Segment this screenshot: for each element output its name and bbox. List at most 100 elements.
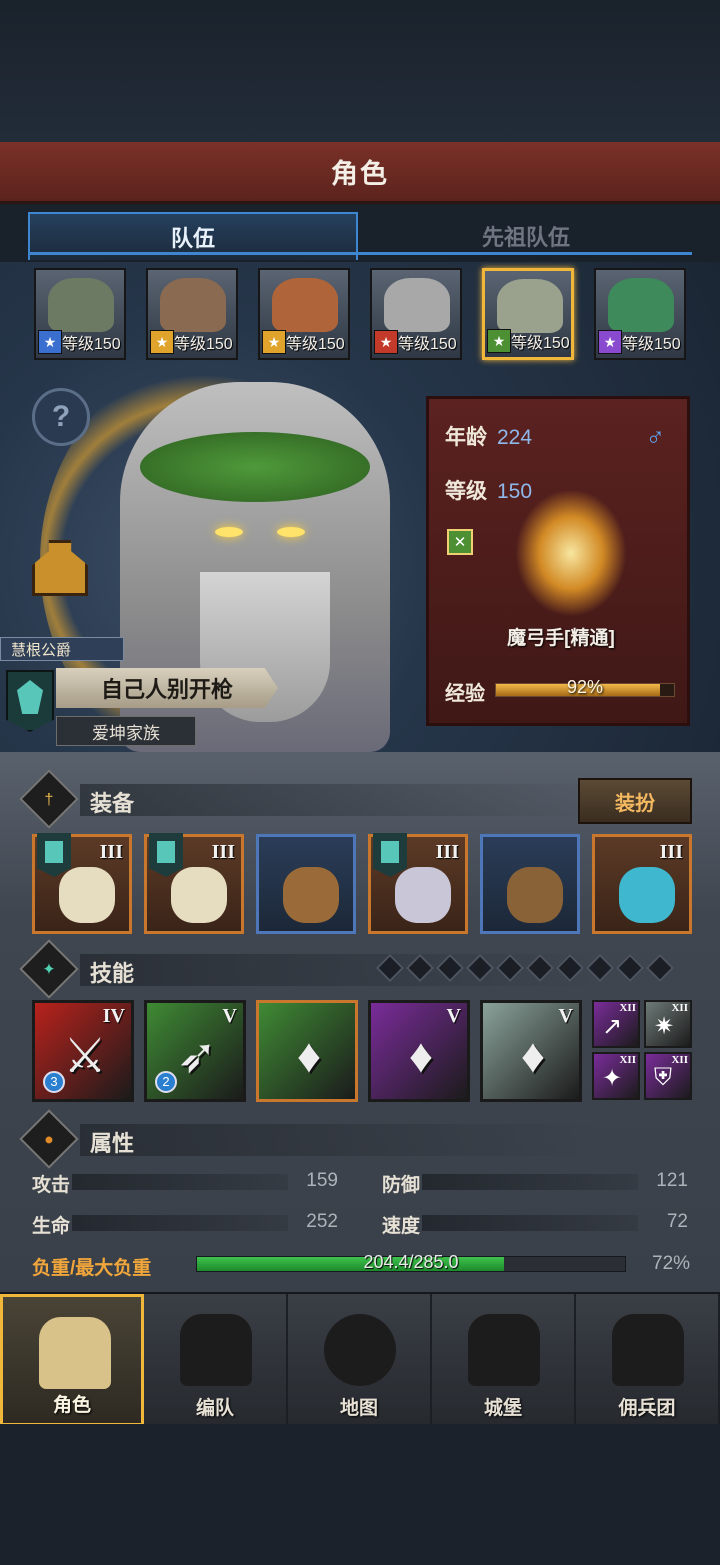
equipment-slot[interactable]: III <box>368 833 468 934</box>
skill-slot[interactable]: ➶ V 2 <box>144 1000 246 1102</box>
knight-icon <box>39 1317 111 1389</box>
skill-slot[interactable]: ♦ V <box>368 1000 470 1102</box>
skill-icon: ♦ <box>408 1030 434 1083</box>
equipment-slot[interactable]: III <box>32 833 132 934</box>
stat-row: 生命 252 <box>32 1211 338 1237</box>
skill-point-diamond <box>615 953 645 983</box>
nav-label: 编队 <box>195 1398 234 1419</box>
attribute-icon: ● <box>19 1109 79 1169</box>
guild-emblem-icon[interactable] <box>6 670 54 732</box>
stat-bar <box>422 1215 638 1231</box>
class-icon: ★ <box>262 330 286 354</box>
nav-label: 角色 <box>52 1395 91 1416</box>
nav-knight[interactable]: 角色 <box>0 1294 144 1426</box>
skill-point-diamond <box>495 953 525 983</box>
skill-point-diamond <box>525 953 555 983</box>
class-icon: ★ <box>598 330 622 354</box>
skill-slot[interactable]: ♦ V <box>480 1000 582 1102</box>
equipment-slot[interactable] <box>256 834 356 934</box>
skill-point-diamond <box>405 953 435 983</box>
equipment-art <box>283 867 339 923</box>
class-icon: ★ <box>487 329 511 353</box>
guild-banner-icon <box>373 833 407 877</box>
nav-helmet[interactable]: 编队 <box>144 1294 288 1426</box>
party-member[interactable]: ★ 等级150 <box>258 268 350 360</box>
stat-label: 防御 <box>382 1175 421 1196</box>
skill-icon: ♦ <box>296 1030 322 1083</box>
stat-value: 252 <box>306 1211 338 1232</box>
equipment-art <box>171 867 227 923</box>
class-art[interactable] <box>515 489 627 617</box>
sword-icon: † <box>19 769 79 829</box>
passive-skill-tier: XII <box>671 1002 688 1014</box>
party-level: 等级150 <box>622 336 681 353</box>
party-portrait <box>48 278 114 332</box>
party-member[interactable]: ★ 等级150 <box>482 268 574 360</box>
hero-info-panel: 年龄 224 ♂ 等级 150 ✕ 魔弓手[精通] 经验 92% <box>426 396 690 726</box>
male-gender-icon: ♂ <box>645 421 666 451</box>
stat-row: 攻击 159 <box>32 1170 338 1196</box>
exp-label: 经验 <box>445 683 485 705</box>
star-icon: ✦ <box>19 939 79 999</box>
stat-row: 防御 121 <box>382 1170 688 1196</box>
stat-value: 159 <box>306 1170 338 1191</box>
party-member[interactable]: ★ 等级150 <box>594 268 686 360</box>
page-title: 角色 <box>331 159 389 189</box>
skill-slot[interactable]: ⚔ IV 3 <box>32 1000 134 1102</box>
nav-mercenary[interactable]: 佣兵团 <box>576 1294 720 1426</box>
bottom-background <box>0 1424 720 1565</box>
party-portrait <box>272 278 338 332</box>
nav-castle[interactable]: 城堡 <box>432 1294 576 1426</box>
skill-tier: V <box>446 1005 461 1027</box>
equipment-tier: III <box>659 841 683 863</box>
party-level: 等级150 <box>174 336 233 353</box>
load-percent: 72% <box>652 1253 691 1274</box>
equipment-art <box>395 867 451 923</box>
passive-skill-tier: XII <box>671 1054 688 1066</box>
passive-skill-icon: ↗ <box>602 1013 623 1040</box>
equipment-art <box>59 867 115 923</box>
party-level: 等级150 <box>511 335 570 352</box>
passive-skill-slot[interactable]: ↗ XII <box>592 1000 640 1048</box>
age-value: 224 <box>497 426 533 449</box>
equipment-slot[interactable]: III <box>144 833 244 934</box>
equipment-tier: III <box>211 841 235 863</box>
equipment-slot[interactable]: III <box>592 834 692 934</box>
skill-point-diamond <box>375 953 405 983</box>
hero-name[interactable]: 自己人别开枪 <box>56 668 278 708</box>
mercenary-icon <box>612 1314 684 1386</box>
question-icon: ? <box>51 400 71 433</box>
nav-compass-map[interactable]: 地图 <box>288 1294 432 1426</box>
party-member[interactable]: ★ 等级150 <box>34 268 126 360</box>
equipment-slot[interactable] <box>480 834 580 934</box>
dress-up-button[interactable]: 装扮 <box>578 778 692 824</box>
skill-point-diamond <box>585 953 615 983</box>
castle-icon <box>468 1314 540 1386</box>
party-level: 等级150 <box>286 336 345 353</box>
party-portrait <box>608 278 674 332</box>
stat-value: 72 <box>666 1211 688 1232</box>
passive-skill-slot[interactable]: ⛨ XII <box>644 1052 692 1100</box>
equipment-tier: III <box>435 841 459 863</box>
help-button[interactable]: ? <box>32 388 90 446</box>
age-row: 年龄 224 <box>445 421 532 451</box>
attributes-title: 属性 <box>90 1131 135 1156</box>
skill-tier: V <box>222 1005 237 1027</box>
passive-skill-icon: ✦ <box>602 1065 623 1092</box>
party-portrait <box>160 278 226 332</box>
level-row: 等级 150 <box>445 475 532 505</box>
party-member[interactable]: ★ 等级150 <box>146 268 238 360</box>
party-member[interactable]: ★ 等级150 <box>370 268 462 360</box>
skill-count-badge: 3 <box>43 1071 65 1093</box>
bottom-nav: 角色 编队 地图 城堡 佣兵团 <box>0 1292 720 1426</box>
stat-label: 速度 <box>382 1216 421 1237</box>
top-background <box>0 0 720 142</box>
skill-slot[interactable]: ♦ <box>256 1000 358 1102</box>
class-bow-icon: ✕ <box>447 529 473 555</box>
equipment-tier: III <box>99 841 123 863</box>
class-name: 魔弓手[精通] <box>507 628 615 649</box>
skill-tier: V <box>558 1005 573 1027</box>
passive-skill-slot[interactable]: ✦ XII <box>592 1052 640 1100</box>
passive-skill-slot[interactable]: ✷ XII <box>644 1000 692 1048</box>
skill-points <box>375 953 675 983</box>
